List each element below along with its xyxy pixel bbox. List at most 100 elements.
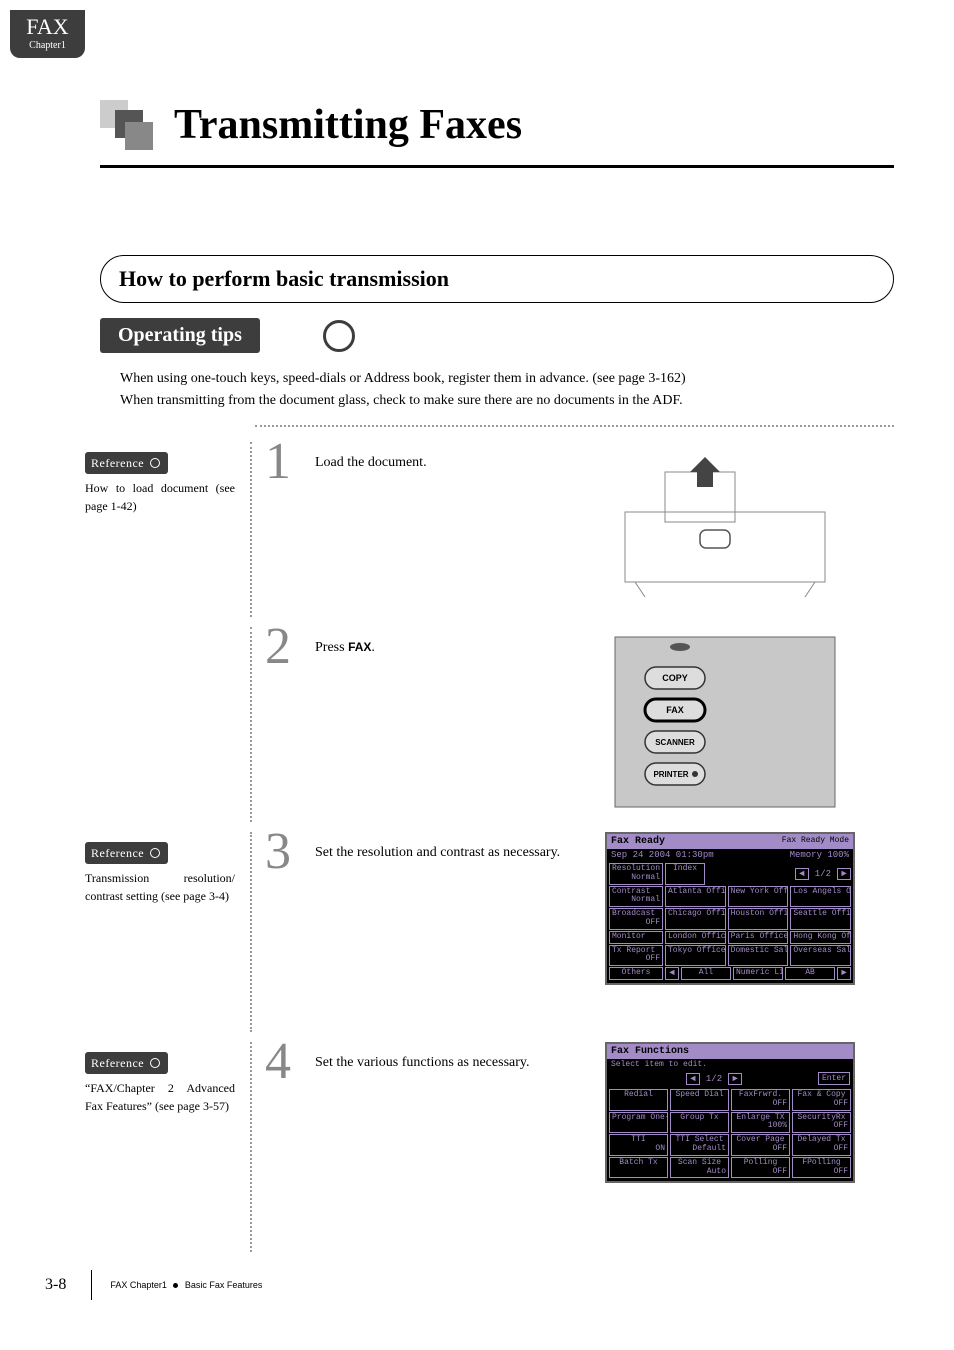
page-title: Transmitting Faxes — [174, 101, 522, 149]
step-text: Press FAX. — [315, 637, 585, 658]
lcd-dest[interactable]: Los Angels Office — [790, 886, 851, 908]
lcd-side-others[interactable]: Others — [609, 967, 663, 980]
tip-line: When using one-touch keys, speed-dials o… — [120, 368, 894, 390]
lcd-func-button[interactable]: SecurityRxOFF — [792, 1112, 851, 1134]
step-text: Set the resolution and contrast as neces… — [315, 842, 585, 863]
lcd-dest[interactable]: Seattle Office — [790, 908, 851, 930]
lcd-func-button[interactable]: Redial — [609, 1089, 668, 1111]
circle-icon — [150, 458, 160, 468]
lcd-side-contrast[interactable]: ContrastNormal — [609, 886, 663, 908]
right-arrow-icon[interactable]: ► — [837, 967, 851, 980]
lcd-dest[interactable]: Atlanta Office — [665, 886, 726, 908]
lcd-dest[interactable]: Overseas Sales Dep — [790, 945, 851, 967]
step-number: 2 — [265, 617, 291, 676]
lcd-func-button[interactable]: PollingOFF — [731, 1157, 790, 1179]
lcd-dest[interactable]: Houston Office — [728, 908, 789, 930]
bullet-icon — [173, 1283, 178, 1288]
scanner-button: SCANNER — [655, 738, 695, 747]
lcd-pager: 1/2 — [811, 869, 835, 879]
reference-badge: Reference — [85, 1052, 168, 1074]
lcd-side-monitor[interactable]: Monitor — [609, 931, 663, 944]
lcd-title: Fax Ready — [611, 836, 665, 847]
operating-tips-label: Operating tips — [100, 318, 260, 353]
lcd-side-broadcast[interactable]: BroadcastOFF — [609, 908, 663, 930]
left-arrow-icon[interactable]: ◄ — [686, 1073, 700, 1085]
title-block: Transmitting Faxes — [100, 100, 894, 168]
lcd-fax-functions: Fax Functions Select item to edit. ◄ 1/2… — [605, 1042, 855, 1183]
reference-box: Reference Transmission resolution/ contr… — [85, 842, 235, 905]
section-title: How to perform basic transmission — [100, 255, 894, 303]
chapter-tab: FAX Chapter1 — [10, 10, 85, 58]
lcd-enter-button[interactable]: Enter — [818, 1072, 850, 1085]
lcd-dest[interactable]: Paris Office — [728, 931, 789, 944]
title-underline — [100, 165, 894, 168]
lcd-dest[interactable]: Hong Kong Office — [790, 931, 851, 944]
circle-icon — [150, 1058, 160, 1068]
reference-box: Reference How to load document (see page… — [85, 452, 235, 515]
left-arrow-icon[interactable]: ◄ — [665, 967, 679, 980]
step-text: Set the various functions as necessary. — [315, 1052, 585, 1073]
reference-text: “FAX/Chapter 2 Advanced Fax Features” (s… — [85, 1079, 235, 1115]
device-illustration — [605, 442, 845, 607]
lcd-func-button[interactable]: Speed Dial — [670, 1089, 729, 1111]
lcd-func-button[interactable]: Scan SizeAuto — [670, 1157, 729, 1179]
lcd-datetime: Sep 24 2004 01:30pm — [611, 850, 714, 860]
lcd-ab-button[interactable]: AB — [785, 967, 835, 980]
lcd-func-button[interactable]: FPollingOFF — [792, 1157, 851, 1179]
operating-tips-header: Operating tips — [100, 318, 310, 353]
fax-button: FAX — [666, 705, 684, 715]
right-arrow-icon[interactable]: ► — [837, 868, 851, 880]
lcd-side-resolution[interactable]: ResolutionNormal — [609, 863, 663, 885]
reference-text: How to load document (see page 1-42) — [85, 479, 235, 515]
lcd-fax-ready: Fax Ready Fax Ready Mode Sep 24 2004 01:… — [605, 832, 855, 985]
lcd-dest[interactable]: Domestic Sales Dep — [728, 945, 789, 967]
step-4: Reference “FAX/Chapter 2 Advanced Fax Fe… — [85, 1042, 894, 1252]
circle-icon — [150, 848, 160, 858]
tab-title: FAX — [10, 14, 85, 40]
right-arrow-icon[interactable]: ► — [728, 1073, 742, 1085]
panel-illustration: COPY FAX SCANNER PRINTER — [605, 627, 845, 822]
lcd-func-button[interactable]: Program One-Touch — [609, 1112, 668, 1134]
tip-line: When transmitting from the document glas… — [120, 390, 894, 412]
page-footer: 3-8 FAX Chapter1 Basic Fax Features — [45, 1270, 262, 1300]
left-arrow-icon[interactable]: ◄ — [795, 868, 809, 880]
reference-text: Transmission resolution/ contrast settin… — [85, 869, 235, 905]
vertical-dots — [250, 442, 252, 617]
lcd-func-button[interactable]: TTION — [609, 1134, 668, 1156]
page-number: 3-8 — [45, 1276, 66, 1294]
lcd-numeric-button[interactable]: Numeric List — [733, 967, 783, 980]
lcd-dest[interactable]: New York Office — [728, 886, 789, 908]
step-number: 1 — [265, 432, 291, 491]
lcd-func-button[interactable]: TTI SelectDefault — [670, 1134, 729, 1156]
lcd-dest[interactable]: London Office — [665, 931, 726, 944]
lcd-func-button[interactable]: Fax & CopyOFF — [792, 1089, 851, 1111]
copy-button: COPY — [662, 673, 688, 683]
lcd-dest[interactable]: Tokyo Office — [665, 945, 726, 967]
step-number: 3 — [265, 822, 291, 881]
lcd-func-button[interactable]: Delayed TxOFF — [792, 1134, 851, 1156]
lcd-index-button[interactable]: Index — [665, 863, 705, 885]
lcd-func-button[interactable]: Group Tx — [670, 1112, 729, 1134]
circle-icon — [323, 320, 355, 352]
lcd-func-button[interactable]: FaxFrwrd.OFF — [731, 1089, 790, 1111]
lcd-func-button[interactable]: Enlarge TX100% — [731, 1112, 790, 1134]
section: How to perform basic transmission Operat… — [100, 255, 894, 413]
lcd-func-button[interactable]: Batch Tx — [609, 1157, 668, 1179]
vertical-dots — [250, 627, 252, 822]
lcd-pager: 1/2 — [702, 1074, 726, 1084]
lcd-all-button[interactable]: All — [681, 967, 731, 980]
reference-badge: Reference — [85, 842, 168, 864]
title-icon — [100, 100, 160, 150]
step-3: Reference Transmission resolution/ contr… — [85, 832, 894, 1032]
lcd-side-txreport[interactable]: Tx ReportOFF — [609, 945, 663, 967]
dotted-separator — [255, 425, 894, 427]
operating-tips-body: When using one-touch keys, speed-dials o… — [100, 368, 894, 413]
step-2: 2 Press FAX. COPY FAX SCANNER PRINTER — [85, 627, 894, 822]
step-1: Reference How to load document (see page… — [85, 442, 894, 617]
lcd-func-button[interactable]: Cover PageOFF — [731, 1134, 790, 1156]
footer-crumb: FAX Chapter1 Basic Fax Features — [110, 1280, 262, 1290]
lcd-dest[interactable]: Chicago Office — [665, 908, 726, 930]
lcd-title: Fax Functions — [611, 1046, 689, 1057]
reference-badge: Reference — [85, 452, 168, 474]
vertical-dots — [250, 832, 252, 1032]
